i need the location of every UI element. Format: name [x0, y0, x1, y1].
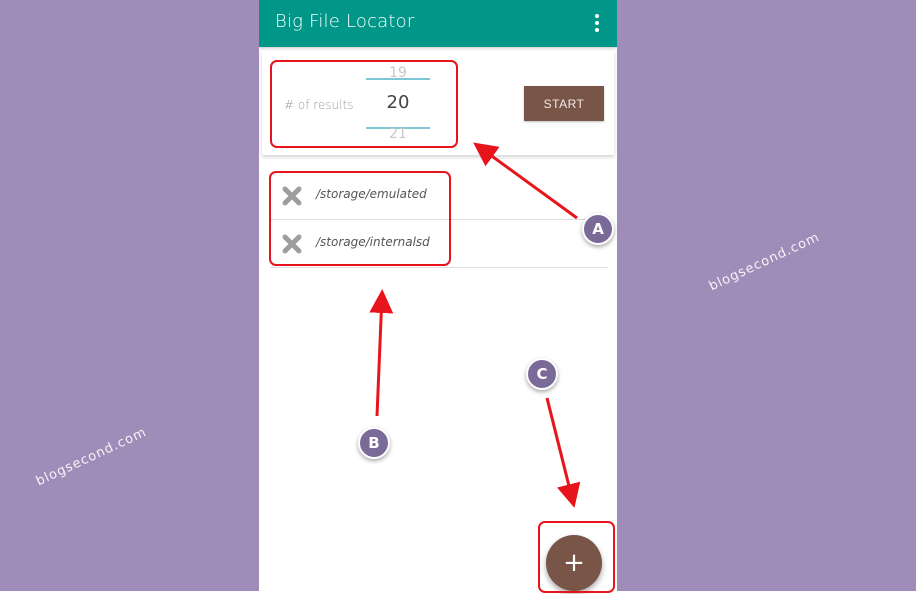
more-vert-icon[interactable]: [587, 10, 607, 36]
add-path-fab[interactable]: +: [546, 535, 602, 591]
list-item: /storage/internalsd: [270, 220, 608, 268]
picker-top-divider: [366, 78, 430, 80]
path-text: /storage/emulated: [316, 187, 427, 201]
picker-current-value[interactable]: 20: [366, 92, 430, 113]
callout-a: A: [582, 213, 614, 245]
close-icon[interactable]: [280, 184, 304, 208]
add-icon: +: [563, 548, 585, 578]
picker-next-value[interactable]: 21: [366, 126, 430, 142]
watermark-left: blogsecond.com: [33, 424, 150, 490]
watermark-right: blogsecond.com: [706, 229, 823, 295]
phone-screen: Big File Locator # of results 19 20 21 S…: [259, 0, 617, 594]
callout-b: B: [358, 427, 390, 459]
start-button[interactable]: START: [524, 86, 604, 121]
results-label: # of results: [284, 98, 354, 112]
settings-card: # of results 19 20 21 START: [262, 51, 614, 155]
results-number-picker[interactable]: 19 20 21: [366, 63, 430, 145]
close-icon[interactable]: [280, 232, 304, 256]
path-list: /storage/emulated /storage/internalsd: [270, 172, 608, 268]
app-bar: Big File Locator: [259, 0, 617, 47]
list-item: /storage/emulated: [270, 172, 608, 220]
path-text: /storage/internalsd: [316, 235, 430, 249]
callout-c: C: [526, 358, 558, 390]
app-title: Big File Locator: [275, 11, 415, 32]
